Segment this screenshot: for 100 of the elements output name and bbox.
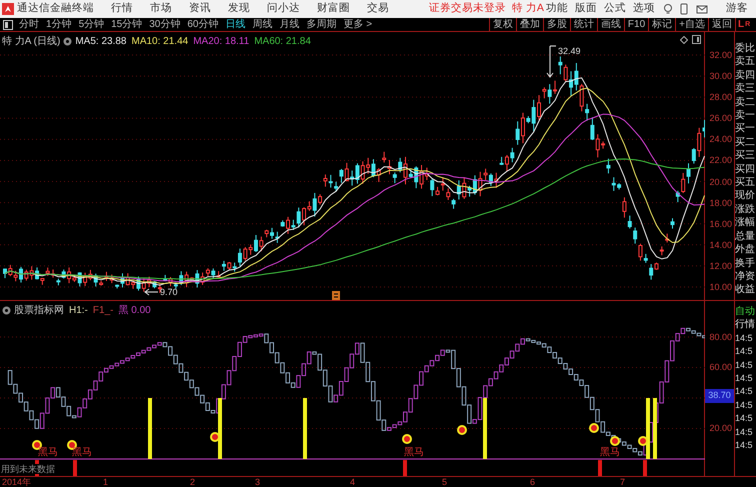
quote-field-label: 卖二 — [735, 96, 756, 110]
toolbar-button[interactable]: +自选 — [675, 18, 708, 31]
signal-label: 黑马 — [600, 446, 620, 460]
trade-time: 14:5 — [735, 385, 754, 398]
trade-time: 14:5 — [735, 372, 754, 386]
indicator-name: 股票指标网 — [14, 304, 64, 318]
panel-tab[interactable]: 行情 — [735, 318, 756, 332]
toolbar-button[interactable]: 标记 — [648, 18, 676, 31]
moving-average-value: MA20: 18.11 — [193, 35, 250, 49]
toolbar-menu-item[interactable]: 公式 — [604, 1, 626, 17]
price-axis-label: 14.00 — [709, 238, 732, 252]
toolbar-button[interactable]: 复权 — [488, 18, 516, 31]
quote-field-label: 卖一 — [735, 109, 756, 122]
event-marker-icon — [332, 291, 340, 300]
signal-dot — [589, 423, 599, 433]
signal-bar — [218, 398, 222, 459]
date-axis-label: 4 — [350, 477, 356, 487]
period-tab[interactable]: 多周期 — [306, 18, 336, 31]
date-axis-label: 2 — [190, 477, 196, 487]
user-name[interactable]: 游客 — [726, 1, 748, 17]
quote-field-label: 买二 — [735, 136, 756, 150]
login-status: 证券交易未登录 — [429, 1, 506, 16]
toolbar-button[interactable]: 返回 — [708, 18, 735, 31]
trade-time: 14:5 — [735, 426, 754, 439]
toolbar-button[interactable]: 多股 — [542, 18, 570, 31]
indicator-value: F1_- — [92, 304, 114, 318]
date-axis-label: 6 — [530, 477, 536, 487]
quote-field-label: 卖三 — [735, 82, 756, 96]
date-axis-label: 1 — [103, 477, 108, 487]
menu-item[interactable]: 财富圈 — [317, 1, 350, 17]
period-tab[interactable]: 分时 — [19, 18, 39, 31]
quote-field-label: 净资 — [735, 270, 756, 284]
period-tab[interactable]: 1分钟 — [46, 18, 72, 31]
date-axis-label: 3 — [255, 477, 260, 487]
period-tab[interactable]: 日线 — [226, 18, 246, 31]
mail-icon[interactable] — [696, 4, 708, 14]
panel-toggle-icon[interactable] — [692, 35, 701, 44]
price-axis-label: 20.00 — [709, 176, 732, 189]
menu-item[interactable]: 发现 — [228, 1, 250, 17]
menu-item[interactable]: 行情 — [111, 1, 133, 17]
signal-bar — [653, 398, 657, 459]
high-arrow-icon — [546, 46, 556, 78]
phone-icon[interactable] — [680, 3, 688, 15]
trade-time: 14:5 — [735, 439, 754, 452]
period-tab[interactable]: 15分钟 — [111, 18, 142, 31]
toolbar-menu-item[interactable]: 版面 — [575, 1, 597, 17]
signal-label: 黑马 — [404, 446, 424, 460]
price-axis-label: 26.00 — [709, 112, 732, 126]
menu-item[interactable]: 资讯 — [189, 1, 211, 17]
toolbar-menu-item[interactable]: 功能 — [546, 1, 568, 17]
corner-label[interactable]: L — [738, 18, 744, 31]
date-axis-label: 2014年 — [2, 477, 32, 487]
period-tab[interactable]: 周线 — [252, 18, 272, 31]
toolbar-menu-item[interactable]: 选项 — [633, 1, 655, 17]
app-title: 通达信金融终端 — [17, 1, 94, 16]
price-axis-label: 28.00 — [709, 91, 732, 104]
indicator-value: 黑 0.00 — [118, 304, 151, 318]
period-tab[interactable]: 30分钟 — [149, 18, 180, 31]
period-tab[interactable]: 更多 > — [344, 18, 372, 31]
toolbar-button[interactable]: 叠加 — [516, 18, 543, 31]
toolbar-button[interactable]: F10 — [624, 18, 648, 31]
signal-dot — [610, 436, 620, 446]
price-axis-label: 18.00 — [709, 196, 732, 210]
bulb-icon[interactable] — [662, 3, 674, 15]
quote-field-label: 买三 — [735, 149, 756, 163]
panel-tab[interactable]: 自动 — [735, 305, 756, 318]
settings-icon[interactable] — [63, 37, 72, 46]
menu-item[interactable]: 市场 — [150, 1, 172, 17]
marker-bar — [403, 460, 407, 476]
moving-average-value: MA5: 23.88 — [75, 35, 126, 49]
period-tab[interactable]: 月线 — [280, 18, 300, 31]
date-axis-label: 7 — [620, 477, 626, 487]
logo-icon — [2, 3, 14, 15]
toolbar-button[interactable]: 画线 — [596, 18, 624, 31]
low-price-marker: 9.70 — [160, 287, 178, 297]
trade-time: 14:5 — [735, 332, 754, 345]
moving-average-value: MA10: 21.44 — [132, 35, 188, 49]
signal-bar — [303, 398, 307, 459]
stock-period-label: 特 力A (日线) — [2, 34, 60, 49]
quote-field-label: 买四 — [735, 162, 756, 176]
window-toggle-icon[interactable] — [3, 20, 13, 30]
toolbar-button[interactable]: 统计 — [570, 18, 597, 31]
signal-dot — [638, 436, 648, 446]
price-axis-label: 22.00 — [709, 154, 732, 168]
quote-field-label: 换手 — [735, 256, 756, 270]
indicator-value: H1:- — [69, 304, 88, 318]
period-tab[interactable]: 5分钟 — [78, 18, 104, 31]
quote-field-label: 现价 — [735, 189, 756, 203]
quote-field-label: 买五 — [735, 176, 756, 190]
menu-item[interactable]: 问小达 — [267, 1, 300, 17]
signal-label: 黑马 — [72, 446, 92, 460]
signal-dot — [457, 425, 467, 435]
indicator-axis-label: 80.00 — [709, 331, 732, 344]
period-tab[interactable]: 60分钟 — [187, 18, 218, 31]
marker-bar — [598, 460, 602, 476]
indicator-axis-label: 20.00 — [709, 422, 732, 435]
settings-icon[interactable] — [2, 306, 11, 315]
diamond-icon[interactable] — [680, 36, 688, 44]
price-axis-label: 16.00 — [709, 218, 732, 231]
menu-item[interactable]: 交易 — [367, 1, 389, 17]
